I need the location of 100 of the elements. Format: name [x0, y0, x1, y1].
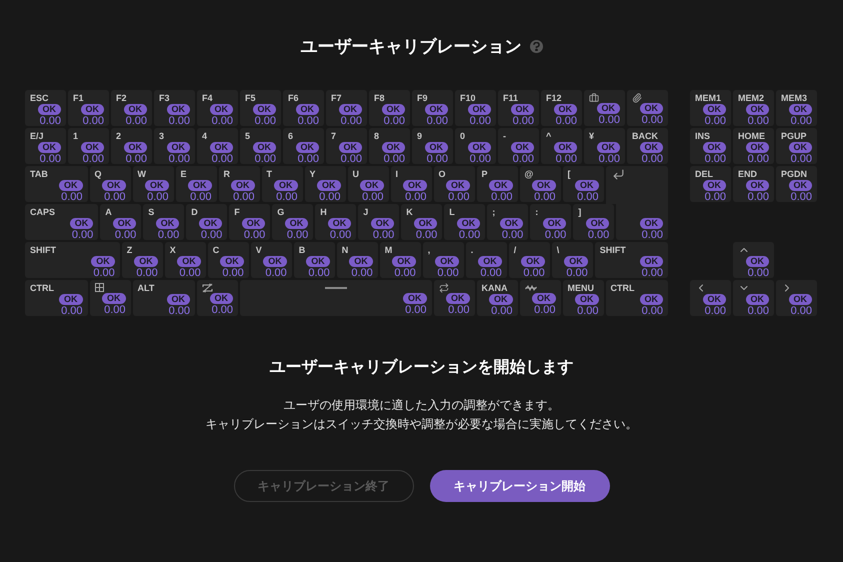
- key-value: 0.00: [790, 304, 812, 316]
- key-value: 0.00: [394, 266, 416, 278]
- key-value: 0.00: [72, 228, 94, 240]
- key-value: 0.00: [40, 114, 61, 126]
- ok-badge: OK: [296, 104, 319, 114]
- ok-badge: OK: [338, 104, 362, 114]
- key-value: 0.00: [748, 190, 769, 202]
- key-label: INS: [695, 130, 710, 142]
- key-value: 0.00: [212, 152, 233, 164]
- key-label: -: [503, 130, 506, 142]
- ok-badge: OK: [392, 256, 416, 266]
- key-label: :: [535, 206, 538, 218]
- key-label: A: [105, 206, 112, 218]
- key-label: T: [266, 168, 272, 180]
- key-label: SHIFT: [30, 244, 56, 256]
- key-value: 0.00: [308, 266, 330, 278]
- ok-badge: OK: [177, 256, 201, 266]
- ok-badge: OK: [532, 292, 556, 304]
- ok-badge: OK: [210, 104, 233, 114]
- key-value: 0.00: [512, 114, 534, 126]
- key-value: 0.00: [168, 304, 190, 316]
- key-label: KANA: [482, 282, 508, 294]
- key-label: @: [524, 168, 534, 180]
- ok-badge: OK: [542, 218, 566, 228]
- key-label: F12: [546, 92, 562, 104]
- key-label: Y: [310, 168, 316, 180]
- key-label: F4: [202, 92, 213, 104]
- key-label: 6: [288, 130, 294, 142]
- ok-badge: OK: [468, 104, 491, 114]
- key-value: 0.00: [351, 266, 373, 278]
- key-label: M: [384, 244, 392, 256]
- key-value: 0.00: [577, 304, 598, 316]
- key-value: 0.00: [598, 114, 620, 126]
- ok-badge: OK: [338, 142, 362, 152]
- repeat-icon: [438, 282, 448, 292]
- ok-badge: OK: [403, 180, 426, 190]
- ok-badge: OK: [586, 218, 610, 228]
- key-value: 0.00: [104, 304, 126, 316]
- key-value: 0.00: [748, 304, 769, 316]
- ok-badge: OK: [252, 104, 276, 114]
- ok-badge: OK: [70, 218, 94, 228]
- ok-badge: OK: [198, 218, 222, 228]
- key-value: 0.00: [405, 304, 426, 316]
- key-value: 0.00: [61, 190, 82, 202]
- ok-badge: OK: [510, 104, 534, 114]
- key-label: 7: [331, 130, 336, 142]
- key-value: 0.00: [405, 190, 426, 202]
- ok-badge: OK: [370, 218, 394, 228]
- section-heading: ユーザーキャリブレーションを開始します: [270, 357, 574, 378]
- key-label: 3: [159, 130, 164, 142]
- key-label: J: [363, 206, 368, 218]
- crossed-repeat-icon: [202, 282, 213, 292]
- key-label: F1: [73, 92, 84, 104]
- ok-badge: OK: [145, 180, 168, 190]
- briefcase-icon: [589, 92, 599, 102]
- ok-badge: OK: [746, 142, 769, 152]
- key-value: 0.00: [502, 228, 524, 240]
- key-value: 0.00: [212, 114, 233, 126]
- key-value: 0.00: [179, 266, 201, 278]
- key-value: 0.00: [276, 190, 298, 202]
- ok-badge: OK: [59, 180, 82, 190]
- ok-badge: OK: [746, 294, 769, 304]
- key-value: 0.00: [704, 304, 726, 316]
- ok-badge: OK: [788, 142, 812, 152]
- paperclip-icon: [632, 92, 642, 102]
- key-value: 0.00: [598, 152, 620, 164]
- ok-badge: OK: [489, 294, 512, 304]
- key-value: 0.00: [372, 228, 394, 240]
- ok-badge: OK: [640, 142, 663, 152]
- key-value: 0.00: [448, 304, 470, 316]
- key-label: B: [298, 244, 306, 256]
- key-value: 0.00: [61, 304, 82, 316]
- ok-badge: OK: [435, 256, 459, 266]
- ok-badge: OK: [91, 256, 115, 266]
- ok-badge: OK: [746, 104, 769, 114]
- start-calibration-button[interactable]: キャリブレーション開始: [430, 470, 610, 502]
- ok-badge: OK: [575, 180, 598, 190]
- ok-badge: OK: [59, 294, 82, 304]
- ok-badge: OK: [640, 102, 663, 114]
- page-title: ユーザーキャリブレーション: [300, 36, 522, 58]
- key-value: 0.00: [340, 152, 362, 164]
- ok-badge: OK: [521, 256, 545, 266]
- key-label: F10: [460, 92, 476, 104]
- ok-badge: OK: [360, 180, 384, 190]
- ok-badge: OK: [102, 180, 126, 190]
- key-label: D: [191, 206, 198, 218]
- key-label: U: [352, 168, 359, 180]
- key-label: 8: [374, 130, 380, 142]
- key-value: 0.00: [556, 152, 577, 164]
- ok-badge: OK: [38, 104, 61, 114]
- description-text: ユーザの使用環境に適した入力の調整ができます。: [284, 396, 560, 414]
- key-value: 0.00: [480, 266, 502, 278]
- ok-badge: OK: [328, 218, 352, 228]
- key-label: Q: [94, 168, 102, 180]
- ok-badge: OK: [252, 142, 276, 152]
- ok-badge: OK: [124, 142, 147, 152]
- key-label: DEL: [695, 168, 713, 180]
- help-icon[interactable]: [530, 40, 542, 54]
- key-label: I: [396, 168, 398, 180]
- key-value: 0.00: [147, 190, 168, 202]
